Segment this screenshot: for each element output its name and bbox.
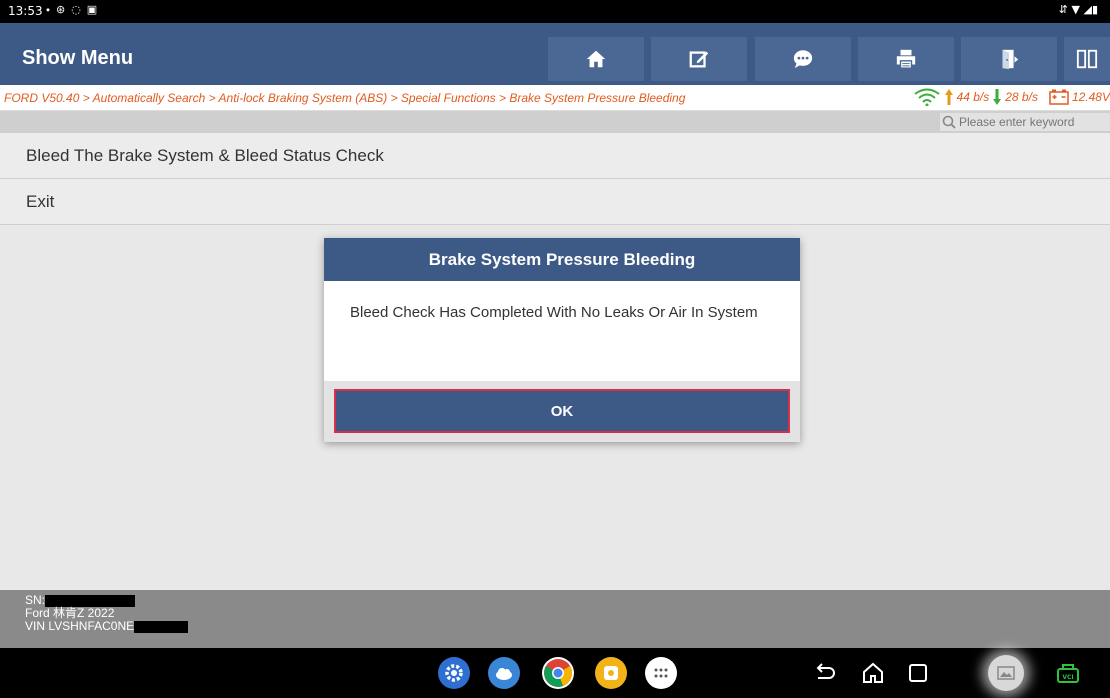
ok-button[interactable]: OK [334,389,790,433]
dialog-message: Bleed Check Has Completed With No Leaks … [350,304,758,321]
brake-bleed-dialog: Brake System Pressure Bleeding Bleed Che… [324,238,800,442]
dialog-footer: OK [324,381,800,442]
modal-overlay: Brake System Pressure Bleeding Bleed Che… [0,0,1110,698]
dialog-title: Brake System Pressure Bleeding [324,238,800,281]
